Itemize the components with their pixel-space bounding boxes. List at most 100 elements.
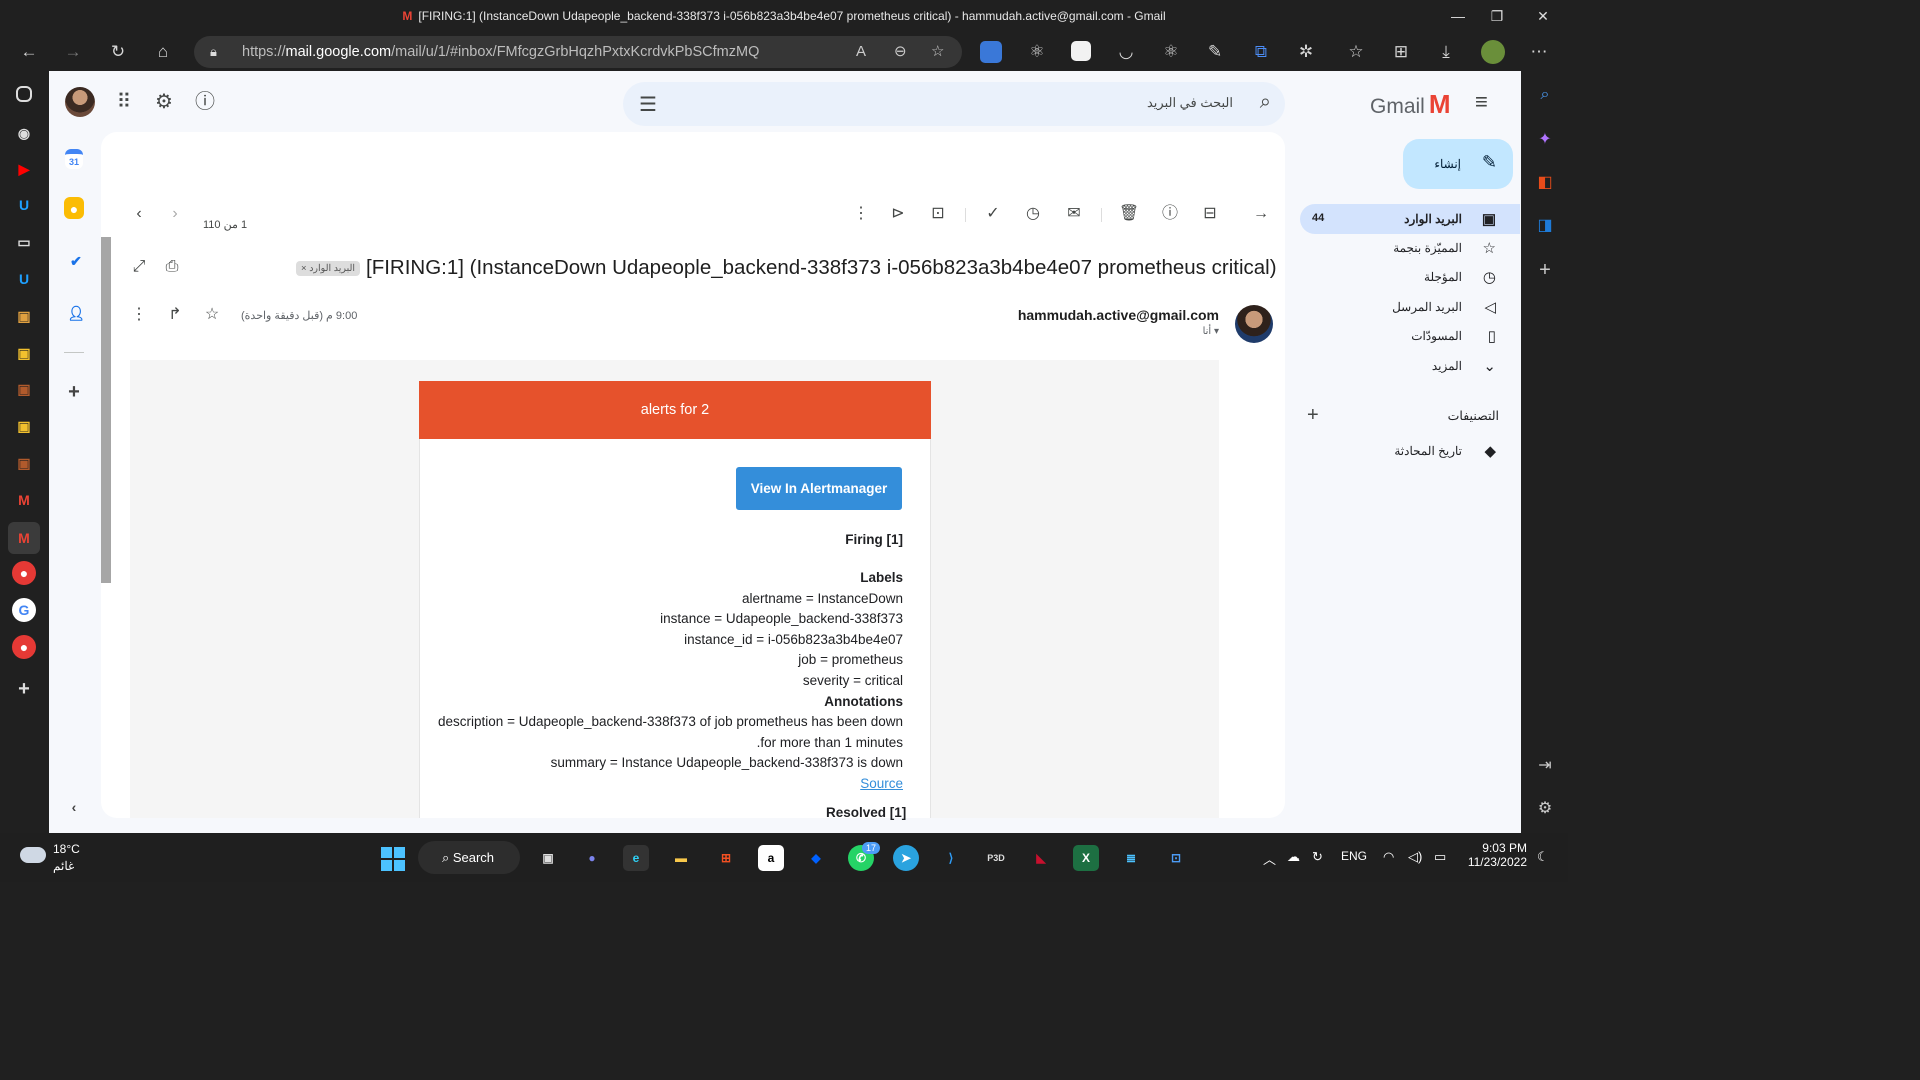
onedrive-icon[interactable]: ☁: [1287, 849, 1300, 865]
open-new-window-icon[interactable]: ⤢: [127, 255, 151, 279]
star-icon[interactable]: ☆: [200, 303, 224, 327]
podcast-icon[interactable]: ●: [12, 635, 36, 659]
taskbar-search[interactable]: ⌕ Search: [418, 841, 520, 874]
inbox-label-chip[interactable]: × البريد الوارد: [296, 261, 361, 276]
close-window-button[interactable]: ✕: [1531, 6, 1555, 26]
zoom-icon[interactable]: ⊖: [894, 36, 907, 68]
package-icon[interactable]: ▣: [12, 451, 36, 475]
remove-label-icon[interactable]: ×: [301, 263, 307, 274]
more-options-icon[interactable]: ⋮: [127, 303, 151, 327]
github-icon[interactable]: ◉: [12, 121, 36, 145]
package-icon[interactable]: ▣: [12, 414, 36, 438]
more-actions-icon[interactable]: ⋮: [849, 202, 873, 226]
add-favorite-icon[interactable]: ☆: [931, 36, 944, 68]
nav-item-label[interactable]: ◆ تاريخ المحادثة: [1300, 436, 1520, 466]
vscode-icon[interactable]: ⟩: [938, 845, 964, 871]
more-menu-icon[interactable]: ⋯: [1526, 39, 1552, 65]
notion-extension-icon[interactable]: [1071, 41, 1091, 61]
extensions-icon[interactable]: ✲: [1293, 39, 1319, 65]
package-icon[interactable]: ▣: [12, 377, 36, 401]
collapse-panel-icon[interactable]: ‹: [62, 795, 86, 819]
office-icon[interactable]: ◧: [1533, 171, 1557, 195]
refresh-icon[interactable]: ↻: [105, 39, 131, 65]
contacts-icon[interactable]: 👤︎: [64, 301, 88, 325]
calendar-icon[interactable]: 31: [65, 149, 83, 169]
read-aloud-icon[interactable]: A: [856, 36, 866, 68]
move-to-icon[interactable]: ⊡: [926, 202, 950, 226]
edge-browser-icon[interactable]: e: [623, 845, 649, 871]
downloads-icon[interactable]: ⤓: [1433, 39, 1459, 65]
notifications-icon[interactable]: ☾: [1537, 849, 1549, 865]
gmail-active-icon[interactable]: M: [8, 522, 40, 554]
back-to-inbox-icon[interactable]: →: [1249, 202, 1273, 226]
nav-item-starred[interactable]: ☆ المميّزة بنجمة: [1300, 233, 1520, 263]
add-icon[interactable]: +: [1533, 258, 1557, 282]
favorites-icon[interactable]: ☆: [1343, 39, 1369, 65]
google-icon[interactable]: G: [12, 598, 36, 622]
system-clock[interactable]: 9:03 PM 11/23/2022: [1465, 841, 1527, 869]
file-explorer-icon[interactable]: ▬: [668, 845, 694, 871]
youtube-icon[interactable]: ▶: [12, 157, 36, 181]
search-bar[interactable]: ☰ البحث في البريد ⌕: [623, 82, 1285, 126]
task-view-icon[interactable]: ▣: [535, 845, 561, 871]
nav-item-more[interactable]: ⌄ المزيد: [1300, 351, 1520, 381]
notepad-icon[interactable]: ≣: [1118, 845, 1144, 871]
pocket-icon[interactable]: ◡: [1113, 39, 1139, 65]
nav-item-drafts[interactable]: ▯ المسودّات: [1300, 321, 1520, 351]
amazon-icon[interactable]: a: [758, 845, 784, 871]
udacity-icon[interactable]: U: [12, 267, 36, 291]
search-icon[interactable]: ⌕: [1260, 91, 1271, 114]
pen-extension-icon[interactable]: ✎: [1202, 39, 1228, 65]
tab-actions-icon[interactable]: [16, 86, 32, 102]
podcast-icon[interactable]: ●: [12, 561, 36, 585]
start-button[interactable]: [381, 847, 405, 871]
forward-icon[interactable]: ↱: [163, 303, 187, 327]
volume-icon[interactable]: ◁): [1408, 849, 1422, 865]
minimize-button[interactable]: —: [1446, 6, 1470, 26]
nav-item-inbox[interactable]: ▣ البريد الوارد 44: [1300, 204, 1520, 234]
forward-icon[interactable]: →: [60, 39, 86, 65]
gmail-icon[interactable]: M: [12, 488, 36, 512]
add-to-tasks-icon[interactable]: ✓: [981, 202, 1005, 226]
settings-icon[interactable]: ⚙: [151, 89, 177, 115]
add-site-icon[interactable]: +: [12, 677, 36, 701]
address-bar[interactable]: 🔒︎ https://mail.google.com/mail/u/1/#inb…: [194, 36, 962, 68]
search-icon[interactable]: ⌕: [1533, 83, 1557, 107]
older-message-icon[interactable]: ›: [163, 202, 187, 226]
translate-extension-icon[interactable]: [980, 41, 1002, 63]
gmail-logo[interactable]: Gmail M: [1370, 89, 1451, 120]
nav-item-snoozed[interactable]: ◷ المؤجلة: [1300, 262, 1520, 292]
profile-avatar[interactable]: [1481, 40, 1505, 64]
crop-extension-icon[interactable]: ⧉: [1248, 39, 1274, 65]
create-label-icon[interactable]: +: [1307, 404, 1319, 427]
collections-icon[interactable]: ⊞: [1388, 39, 1414, 65]
settings-icon[interactable]: ⚙: [1533, 797, 1557, 821]
sender-avatar[interactable]: [1235, 305, 1273, 343]
back-icon[interactable]: ←: [16, 39, 42, 65]
sender-email[interactable]: hammudah.active@gmail.com: [1018, 307, 1219, 323]
mark-unread-icon[interactable]: ✉: [1062, 202, 1086, 226]
newer-message-icon[interactable]: ‹: [127, 202, 151, 226]
apps-grid-icon[interactable]: ⠿: [111, 89, 137, 115]
teams-chat-icon[interactable]: ●: [579, 845, 605, 871]
help-icon[interactable]: ⓘ: [192, 89, 218, 115]
delete-icon[interactable]: 🗑︎: [1117, 202, 1141, 226]
telegram-icon[interactable]: ➤: [893, 845, 919, 871]
nav-item-sent[interactable]: ◁ البريد المرسل: [1300, 292, 1520, 322]
main-menu-icon[interactable]: ≡: [1475, 89, 1488, 115]
source-link[interactable]: Source: [860, 776, 903, 791]
show-hidden-icons[interactable]: ︿: [1263, 849, 1276, 868]
battery-icon[interactable]: ▭: [1434, 849, 1446, 865]
snooze-icon[interactable]: ◷: [1021, 202, 1045, 226]
dropbox-icon[interactable]: ◆: [803, 845, 829, 871]
maximize-button[interactable]: ❐: [1485, 6, 1509, 26]
get-addons-icon[interactable]: +: [62, 380, 86, 404]
account-avatar[interactable]: [65, 87, 95, 117]
recipient-details[interactable]: أنا ▾: [1203, 326, 1219, 337]
search-options-icon[interactable]: ☰: [639, 92, 657, 117]
react-devtools-icon[interactable]: ⚛: [1024, 39, 1050, 65]
view-in-alertmanager-button[interactable]: View In Alertmanager: [736, 467, 902, 510]
compose-button[interactable]: إنشاء ✎: [1403, 139, 1513, 189]
excel-icon[interactable]: X: [1073, 845, 1099, 871]
home-icon[interactable]: ⌂: [150, 39, 176, 65]
